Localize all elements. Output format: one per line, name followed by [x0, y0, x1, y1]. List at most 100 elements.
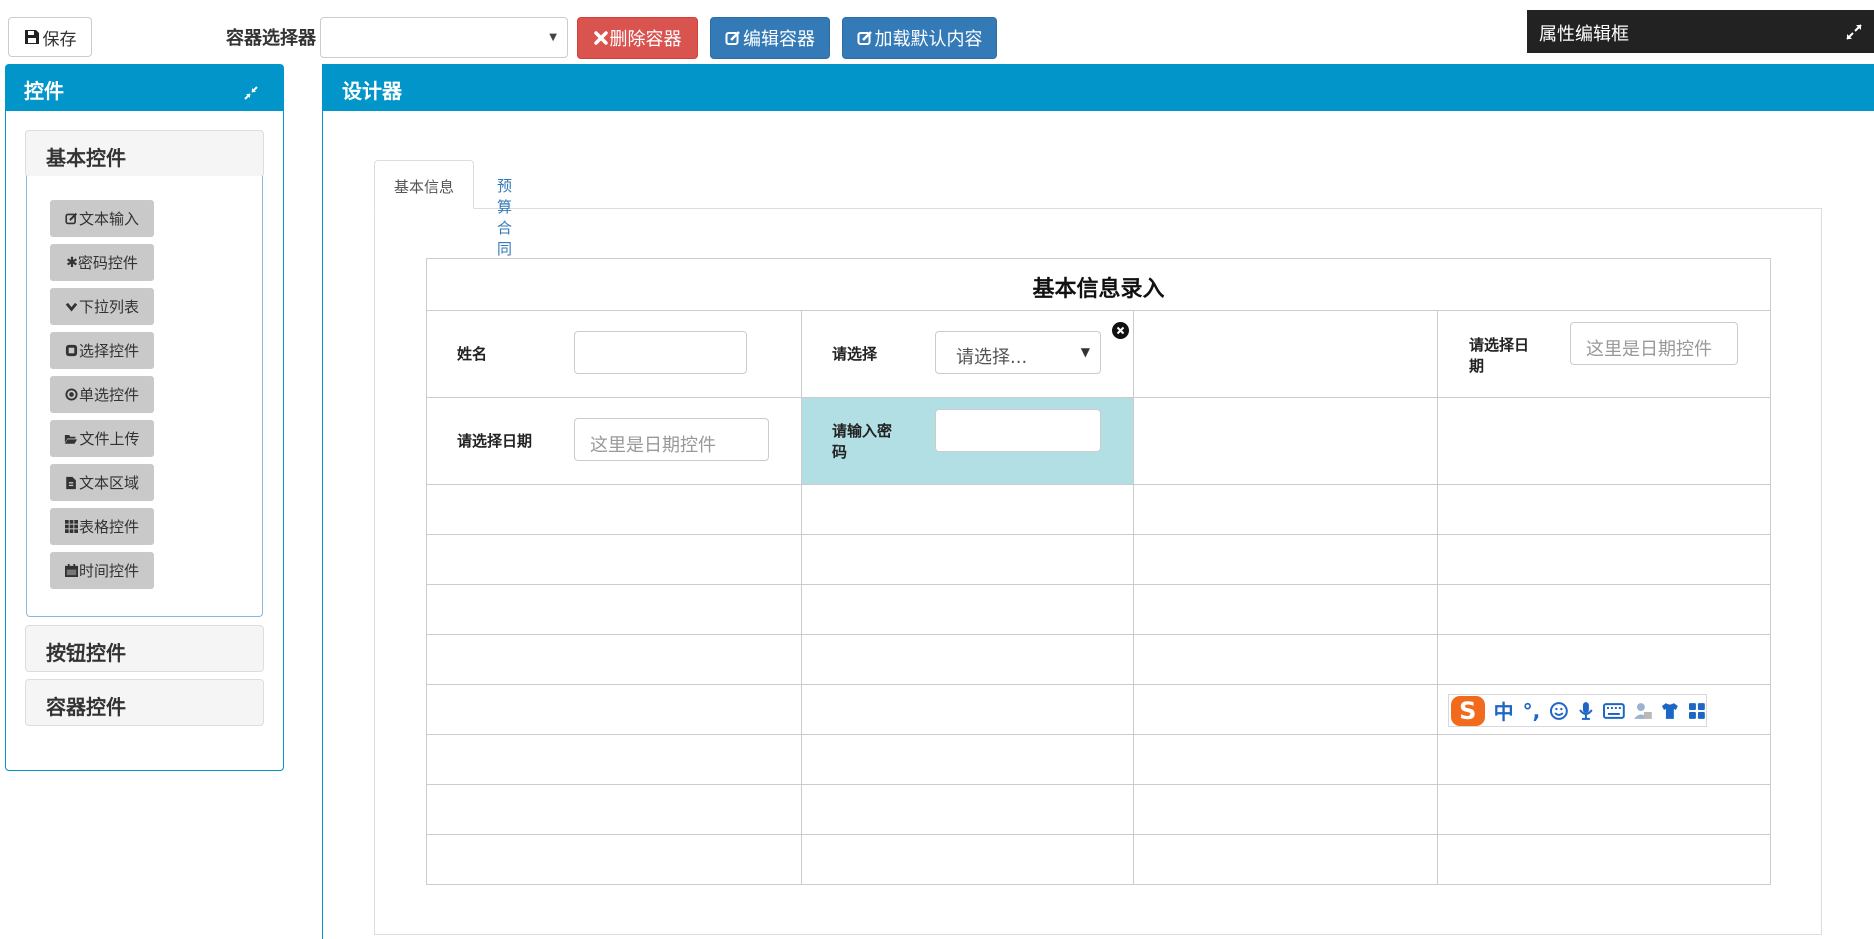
calendar-icon: [64, 564, 78, 577]
form-cell[interactable]: [801, 634, 1134, 685]
control-label: 选择控件: [78, 342, 139, 360]
form-cell[interactable]: [1437, 397, 1771, 485]
form-cell[interactable]: [1133, 784, 1438, 835]
control-label: 密码控件: [77, 254, 138, 272]
form-cell[interactable]: [426, 684, 802, 735]
emoji-icon[interactable]: [1549, 701, 1569, 721]
select-dropdown[interactable]: 请选择... ▼: [935, 331, 1101, 374]
form-cell[interactable]: [1133, 534, 1438, 585]
select-label: 请选择: [832, 345, 878, 363]
date-input-2[interactable]: 这里是日期控件: [574, 418, 769, 461]
ime-punctuation-toggle[interactable]: °,: [1523, 699, 1541, 723]
form-cell[interactable]: [1133, 684, 1438, 735]
select-placeholder: 请选择...: [956, 347, 1028, 368]
group-button-controls[interactable]: 按钮控件: [25, 625, 264, 672]
form-cell[interactable]: [1437, 584, 1771, 635]
property-editor-bar[interactable]: 属性编辑框: [1527, 10, 1874, 53]
asterisk-icon: ✱: [66, 254, 78, 271]
ime-mode-toggle[interactable]: 中: [1494, 696, 1514, 725]
password-input[interactable]: [935, 409, 1101, 452]
delete-container-label: 删除容器: [609, 29, 682, 50]
controls-panel-title: 控件: [24, 79, 64, 103]
group-basic-controls[interactable]: 基本控件: [25, 130, 264, 177]
expand-icon[interactable]: [1844, 22, 1864, 47]
control-label: 文件上传: [79, 430, 140, 448]
form-cell[interactable]: [1437, 834, 1771, 885]
property-editor-title: 属性编辑框: [1539, 24, 1629, 45]
form-cell[interactable]: [1133, 834, 1438, 885]
form-cell[interactable]: [426, 734, 802, 785]
password-label: 请输入密码: [832, 422, 893, 461]
form-cell[interactable]: [801, 834, 1134, 885]
keyboard-icon[interactable]: [1602, 702, 1625, 719]
group-label: 容器控件: [46, 695, 126, 719]
control-text-input[interactable]: 文本输入: [50, 200, 154, 237]
name-input[interactable]: [574, 331, 747, 374]
container-select[interactable]: ▼: [320, 17, 568, 58]
form-cell[interactable]: [426, 834, 802, 885]
collapse-icon[interactable]: [244, 81, 258, 105]
checkbox-icon: [65, 344, 78, 357]
load-default-button[interactable]: 加载默认内容: [842, 17, 997, 59]
form-cell[interactable]: [801, 784, 1134, 835]
form-cell[interactable]: [1133, 310, 1438, 398]
form-cell[interactable]: [1133, 734, 1438, 785]
control-file-upload[interactable]: 文件上传: [50, 420, 154, 457]
form-cell[interactable]: [1437, 734, 1771, 785]
form-cell[interactable]: [1133, 634, 1438, 685]
tab-basic-info[interactable]: 基本信息: [374, 160, 474, 209]
ime-toolbar[interactable]: S 中 °,: [1448, 694, 1707, 727]
edit-icon: [725, 31, 740, 45]
control-radio[interactable]: 单选控件: [50, 376, 154, 413]
control-password[interactable]: ✱ 密码控件: [50, 244, 154, 281]
user-icon[interactable]: [1633, 701, 1653, 721]
control-dropdown[interactable]: 下拉列表: [50, 288, 154, 325]
form-cell[interactable]: [801, 534, 1134, 585]
form-cell[interactable]: [1437, 484, 1771, 535]
form-cell[interactable]: [801, 684, 1134, 735]
form-cell[interactable]: [426, 634, 802, 685]
container-selector-label: 容器选择器: [226, 28, 316, 49]
control-textarea[interactable]: 文本区域: [50, 464, 154, 501]
form-cell[interactable]: [426, 784, 802, 835]
edit-icon: [857, 31, 872, 45]
control-label: 文本输入: [78, 210, 139, 228]
form-cell[interactable]: [1437, 534, 1771, 585]
tab-label: 预算合同: [497, 177, 513, 258]
save-label: 保存: [42, 29, 77, 50]
chevron-down-icon: [65, 302, 78, 312]
file-icon: [66, 476, 76, 489]
form-cell[interactable]: [1133, 397, 1438, 485]
form-cell[interactable]: [1437, 784, 1771, 835]
caret-down-icon: ▼: [1080, 345, 1090, 359]
save-button[interactable]: 保存: [8, 17, 92, 57]
form-cell[interactable]: [1437, 634, 1771, 685]
controls-panel-header: 控件: [6, 65, 283, 111]
form-cell[interactable]: [801, 584, 1134, 635]
folder-open-icon: [65, 435, 78, 444]
delete-container-button[interactable]: 删除容器: [577, 17, 698, 59]
controls-panel: 控件 基本控件 文本输入 ✱ 密码控件 下拉列表 选择控件 单选控件 文件上传 …: [5, 64, 284, 771]
date-label-2: 请选择日期: [457, 432, 533, 450]
microphone-icon[interactable]: [1577, 701, 1595, 721]
group-container-controls[interactable]: 容器控件: [25, 679, 264, 726]
apps-grid-icon[interactable]: [1688, 702, 1706, 720]
form-cell[interactable]: [801, 734, 1134, 785]
control-table[interactable]: 表格控件: [50, 508, 154, 545]
edit-container-label: 编辑容器: [743, 29, 815, 50]
form-cell[interactable]: [426, 534, 802, 585]
control-datetime[interactable]: 时间控件: [50, 552, 154, 589]
form-cell[interactable]: [1133, 484, 1438, 535]
remove-control-icon[interactable]: [1112, 322, 1129, 339]
skin-shirt-icon[interactable]: [1660, 701, 1680, 721]
form-cell[interactable]: [426, 584, 802, 635]
control-checkbox[interactable]: 选择控件: [50, 332, 154, 369]
control-label: 表格控件: [78, 518, 139, 536]
form-cell[interactable]: [426, 484, 802, 535]
ime-logo: S: [1451, 695, 1485, 726]
date-input-1[interactable]: 这里是日期控件: [1570, 322, 1738, 365]
form-cell[interactable]: [1133, 584, 1438, 635]
form-cell[interactable]: [801, 484, 1134, 535]
edit-container-button[interactable]: 编辑容器: [710, 17, 830, 59]
designer-panel-title: 设计器: [342, 79, 402, 103]
